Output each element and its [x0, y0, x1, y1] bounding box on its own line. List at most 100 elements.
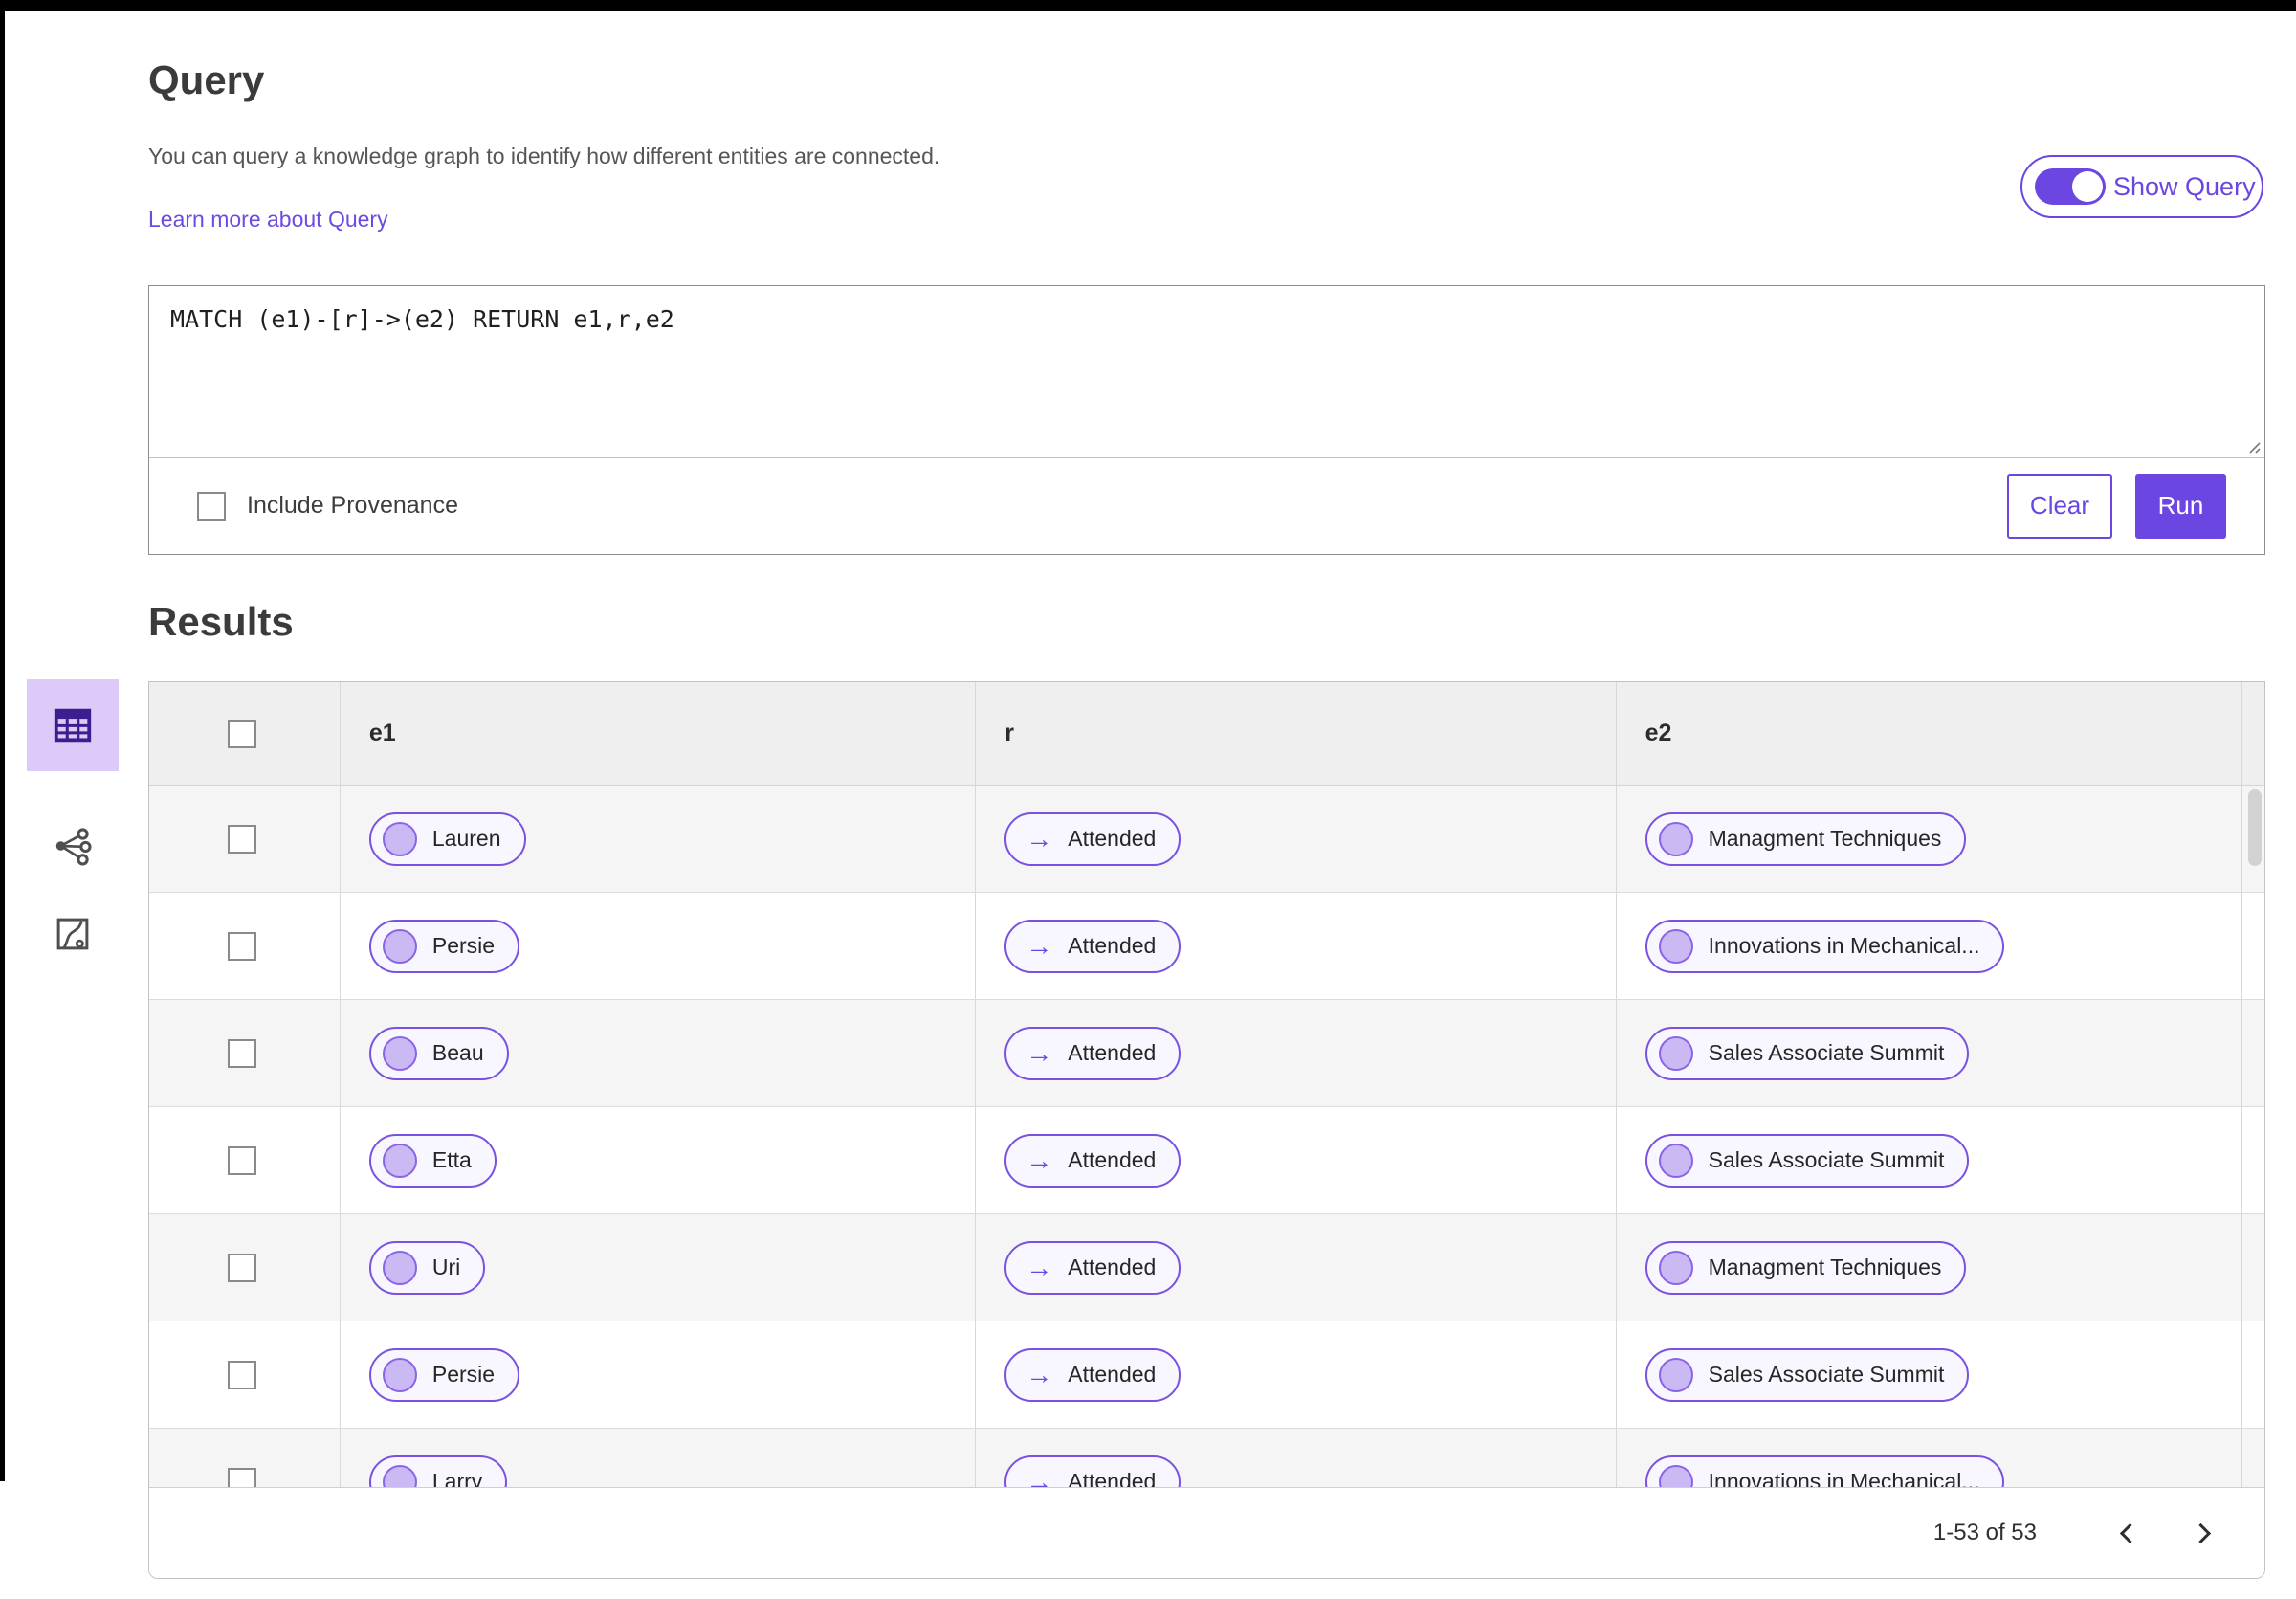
r-cell: → Attended [976, 1214, 1617, 1321]
e1-cell: Persie [341, 893, 977, 999]
pagination-prev-button[interactable] [2100, 1506, 2153, 1560]
entity-pill[interactable]: Beau [368, 1026, 509, 1080]
chart-view-button[interactable] [27, 905, 119, 963]
entity-pill[interactable]: Persie [368, 1347, 520, 1402]
entity-pill[interactable]: Persie [368, 919, 520, 973]
row-select-cell [149, 1107, 341, 1213]
entity-node-icon [1658, 928, 1693, 964]
pagination-next-button[interactable] [2176, 1506, 2230, 1560]
entity-pill[interactable]: Etta [368, 1133, 497, 1188]
arrow-right-icon: → [1026, 1252, 1053, 1282]
entity-label: Lauren [431, 826, 501, 851]
e2-cell: Sales Associate Summit [1617, 1107, 2243, 1213]
results-table-header: e1 r e2 [149, 682, 2264, 786]
row-checkbox[interactable] [228, 1038, 256, 1068]
arrow-right-icon: → [1026, 1359, 1053, 1389]
relation-label: Attended [1068, 1040, 1157, 1065]
entity-node-icon [1658, 1357, 1693, 1392]
entity-label: Sales Associate Summit [1708, 1147, 1945, 1172]
entity-pill[interactable]: Sales Associate Summit [1645, 1133, 1970, 1188]
header-select-cell [149, 682, 341, 785]
relation-pill[interactable]: → Attended [1004, 1240, 1181, 1295]
e2-cell: Sales Associate Summit [1617, 1000, 2243, 1106]
r-cell: → Attended [976, 1321, 1617, 1428]
include-provenance-label: Include Provenance [247, 492, 458, 519]
table-row: Uri → Attended Managment Techniques [149, 1214, 2264, 1321]
entity-label: Sales Associate Summit [1708, 1040, 1945, 1065]
entity-pill[interactable]: Uri [368, 1240, 486, 1295]
e1-cell: Persie [341, 1321, 977, 1428]
row-checkbox[interactable] [228, 1360, 256, 1389]
relation-pill[interactable]: → Attended [1004, 1026, 1181, 1080]
column-label-e1: e1 [368, 720, 396, 746]
entity-label: Managment Techniques [1708, 826, 1942, 851]
chart-view-icon [56, 918, 89, 950]
entity-node-icon [382, 821, 417, 856]
entity-node-icon [1658, 821, 1693, 856]
e1-cell: Etta [341, 1107, 977, 1213]
results-view-toolbar [27, 679, 119, 963]
table-view-button[interactable] [27, 679, 119, 771]
relation-pill[interactable]: → Attended [1004, 919, 1181, 973]
chevron-right-icon [2190, 1522, 2211, 1543]
resize-handle-icon[interactable] [2244, 437, 2262, 455]
row-select-cell [149, 1321, 341, 1428]
entity-pill[interactable]: Innovations in Mechanical... [1645, 919, 2005, 973]
select-all-checkbox[interactable] [228, 719, 256, 748]
query-editor-input[interactable]: MATCH (e1)-[r]->(e2) RETURN e1,r,e2 [149, 286, 2264, 458]
results-table-card: e1 r e2 Lauren → Attended Managment Techniq… [148, 681, 2265, 1579]
scrollbar-gutter [2242, 1321, 2264, 1428]
relation-pill[interactable]: → Attended [1004, 1133, 1181, 1188]
include-provenance-checkbox[interactable] [197, 491, 226, 521]
toggle-switch-icon[interactable] [2035, 168, 2106, 205]
entity-pill[interactable]: Lauren [368, 811, 526, 866]
relation-pill[interactable]: → Attended [1004, 811, 1181, 866]
show-query-toggle[interactable]: Show Query [2020, 155, 2263, 218]
header-gutter [2242, 682, 2264, 785]
learn-more-link[interactable]: Learn more about Query [148, 207, 388, 233]
relation-label: Attended [1068, 1255, 1157, 1279]
column-label-e2: e2 [1645, 720, 1672, 746]
entity-pill[interactable]: Sales Associate Summit [1645, 1347, 1970, 1402]
vertical-scrollbar-thumb[interactable] [2248, 789, 2262, 866]
entity-label: Uri [431, 1255, 461, 1279]
entity-pill[interactable]: Sales Associate Summit [1645, 1026, 1970, 1080]
entity-label: Innovations in Mechanical... [1708, 933, 1980, 958]
clear-button[interactable]: Clear [2007, 473, 2112, 539]
row-checkbox[interactable] [228, 931, 256, 961]
r-cell: → Attended [976, 893, 1617, 999]
query-footer: Include Provenance Clear Run [149, 457, 2264, 554]
row-checkbox[interactable] [228, 1253, 256, 1282]
entity-pill[interactable]: Managment Techniques [1645, 811, 1967, 866]
entity-node-icon [382, 1250, 417, 1285]
table-row: Beau → Attended Sales Associate Summit [149, 1000, 2264, 1107]
r-cell: → Attended [976, 1000, 1617, 1106]
window-frame-left [0, 0, 5, 1481]
pagination-range-label: 1-53 of 53 [1932, 1520, 2037, 1545]
entity-node-icon [1658, 1143, 1693, 1178]
window-frame-top [0, 0, 2296, 11]
arrow-right-icon: → [1026, 1144, 1053, 1175]
e1-cell: Uri [341, 1214, 977, 1321]
e1-cell: Beau [341, 1000, 977, 1106]
scrollbar-gutter [2242, 893, 2264, 999]
row-select-cell [149, 893, 341, 999]
entity-label: Managment Techniques [1708, 1255, 1942, 1279]
table-row: Persie → Attended Innovations in Mechanical… [149, 893, 2264, 1000]
table-row: Etta → Attended Sales Associate Summit [149, 1107, 2264, 1214]
row-checkbox[interactable] [228, 824, 256, 854]
e2-cell: Innovations in Mechanical... [1617, 893, 2243, 999]
arrow-right-icon: → [1026, 823, 1053, 854]
entity-node-icon [382, 1357, 417, 1392]
row-checkbox[interactable] [228, 1145, 256, 1175]
run-button[interactable]: Run [2135, 473, 2226, 539]
entity-node-icon [1658, 1035, 1693, 1071]
column-label-r: r [1004, 720, 1014, 746]
graph-view-button[interactable] [27, 817, 119, 875]
relation-pill[interactable]: → Attended [1004, 1347, 1181, 1402]
relation-label: Attended [1068, 1362, 1157, 1387]
entity-node-icon [382, 928, 417, 964]
scrollbar-gutter [2242, 1107, 2264, 1213]
relation-label: Attended [1068, 1147, 1157, 1172]
entity-pill[interactable]: Managment Techniques [1645, 1240, 1967, 1295]
